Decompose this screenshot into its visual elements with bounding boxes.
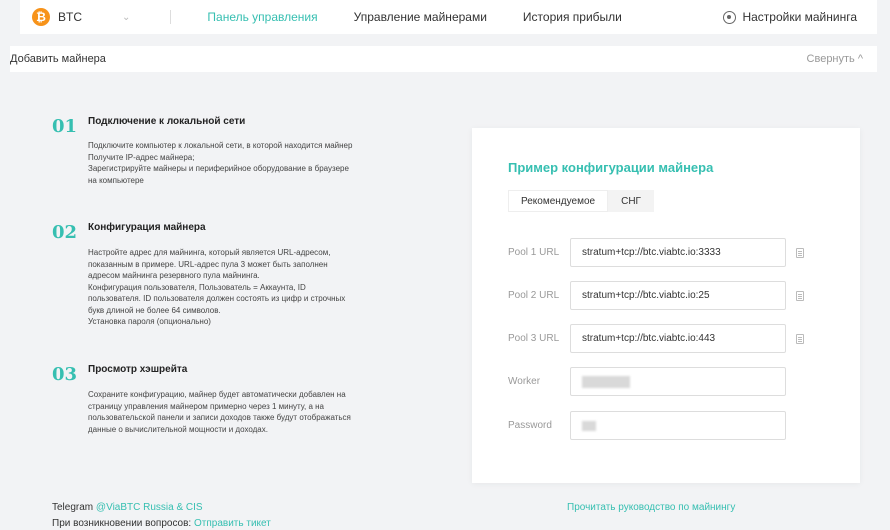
support-label: При возникновении вопросов: (52, 518, 192, 529)
password-label: Password (508, 420, 552, 431)
pool-3-label: Pool 3 URL (508, 333, 560, 344)
nav-divider (170, 10, 172, 24)
step-description: Настройте адрес для майнинга, который яв… (88, 247, 388, 328)
step-line: Сохраните конфигурацию, майнер будет авт… (88, 390, 346, 399)
step-number: 03 (52, 364, 78, 385)
step-line: страницу управления майнером примерно че… (88, 401, 324, 411)
password-row: Password (508, 411, 786, 440)
chevron-down-icon[interactable]: ⌄ (122, 12, 130, 23)
bitcoin-icon: ₿ (32, 8, 50, 26)
step-title: Конфигурация майнера (88, 222, 206, 233)
nav-miner-management[interactable]: Управление майнерами (354, 10, 487, 24)
top-nav-bar: ₿ BTC ⌄ Панель управления Управление май… (20, 0, 877, 34)
pool-2-row: Pool 2 URL (508, 281, 804, 310)
mining-settings-label: Настройки майнинга (742, 10, 857, 24)
step-title: Подключение к локальной сети (88, 116, 246, 127)
tab-recommended[interactable]: Рекомендуемое (508, 190, 609, 212)
add-miner-bar: Добавить майнера Свернуть ^ (10, 46, 877, 72)
telegram-link[interactable]: @ViaBTC Russia & CIS (96, 502, 203, 513)
step-line: Получите IP-адрес майнера; (88, 152, 195, 162)
step-line: показанным в примере. URL-адрес пула 3 м… (88, 259, 328, 269)
mining-guide-link[interactable]: Прочитать руководство по майнингу (567, 502, 735, 513)
telegram-line: Telegram @ViaBTC Russia & CIS (52, 502, 203, 513)
step-line: пользовательской панели и записи доходов… (88, 413, 351, 422)
step-line: на компьютере (88, 175, 144, 185)
submit-ticket-link[interactable]: Отправить тикет (194, 518, 271, 529)
copy-icon[interactable] (796, 290, 804, 301)
pool-3-url-input[interactable] (570, 324, 786, 353)
step-number: 02 (52, 222, 78, 243)
step-number: 01 (52, 116, 78, 137)
telegram-label: Telegram (52, 502, 94, 513)
miner-config-card: Пример конфигурации майнера Рекомендуемо… (472, 128, 860, 483)
step-line: Подключите компьютер к локальной сети, в… (88, 141, 353, 150)
nav-dashboard[interactable]: Панель управления (207, 10, 317, 24)
step-line: Настройте адрес для майнинга, который яв… (88, 248, 331, 257)
config-tabs: Рекомендуемое СНГ (508, 190, 654, 212)
pool-2-url-input[interactable] (570, 281, 786, 310)
coin-name: BTC (58, 10, 82, 24)
step-line: адресом майнинга резервного пула майнинг… (88, 271, 260, 280)
step-line: букв длиной не более 64 символов. (88, 305, 221, 315)
copy-icon[interactable] (796, 333, 804, 344)
config-title: Пример конфигурации майнера (508, 160, 714, 175)
step-line: данные о вычислительной мощности и доход… (88, 424, 268, 434)
worker-row: Worker (508, 367, 786, 396)
mining-settings-link[interactable]: Настройки майнинга (723, 10, 857, 24)
gear-icon (723, 10, 737, 24)
coin-selector[interactable]: ₿ BTC ⌄ (32, 8, 130, 26)
tab-cis[interactable]: СНГ (608, 190, 654, 212)
support-line: При возникновении вопросов: Отправить ти… (52, 518, 271, 529)
password-input[interactable] (570, 411, 786, 440)
step-description: Сохраните конфигурацию, майнер будет авт… (88, 389, 388, 435)
pool-3-row: Pool 3 URL (508, 324, 804, 353)
add-miner-title: Добавить майнера (10, 53, 106, 65)
pool-1-url-input[interactable] (570, 238, 786, 267)
pool-2-label: Pool 2 URL (508, 290, 560, 301)
redacted-value (582, 420, 596, 431)
pool-1-row: Pool 1 URL (508, 238, 804, 267)
step-line: Конфигурация пользователя, Пользователь … (88, 282, 306, 292)
redacted-value (582, 375, 630, 388)
worker-input[interactable] (570, 367, 786, 396)
pool-1-label: Pool 1 URL (508, 247, 560, 258)
worker-label: Worker (508, 376, 541, 387)
step-description: Подключите компьютер к локальной сети, в… (88, 140, 388, 186)
nav-profit-history[interactable]: История прибыли (523, 10, 622, 24)
step-line: Зарегистрируйте майнеры и периферийное о… (88, 164, 349, 173)
step-line: Установка пароля (опционально) (88, 317, 211, 326)
collapse-button[interactable]: Свернуть ^ (807, 53, 863, 65)
copy-icon[interactable] (796, 247, 804, 258)
step-line: пользователя. ID пользователя должен сос… (88, 294, 346, 303)
step-title: Просмотр хэшрейта (88, 364, 188, 375)
main-nav: Панель управления Управление майнерами И… (207, 10, 657, 24)
